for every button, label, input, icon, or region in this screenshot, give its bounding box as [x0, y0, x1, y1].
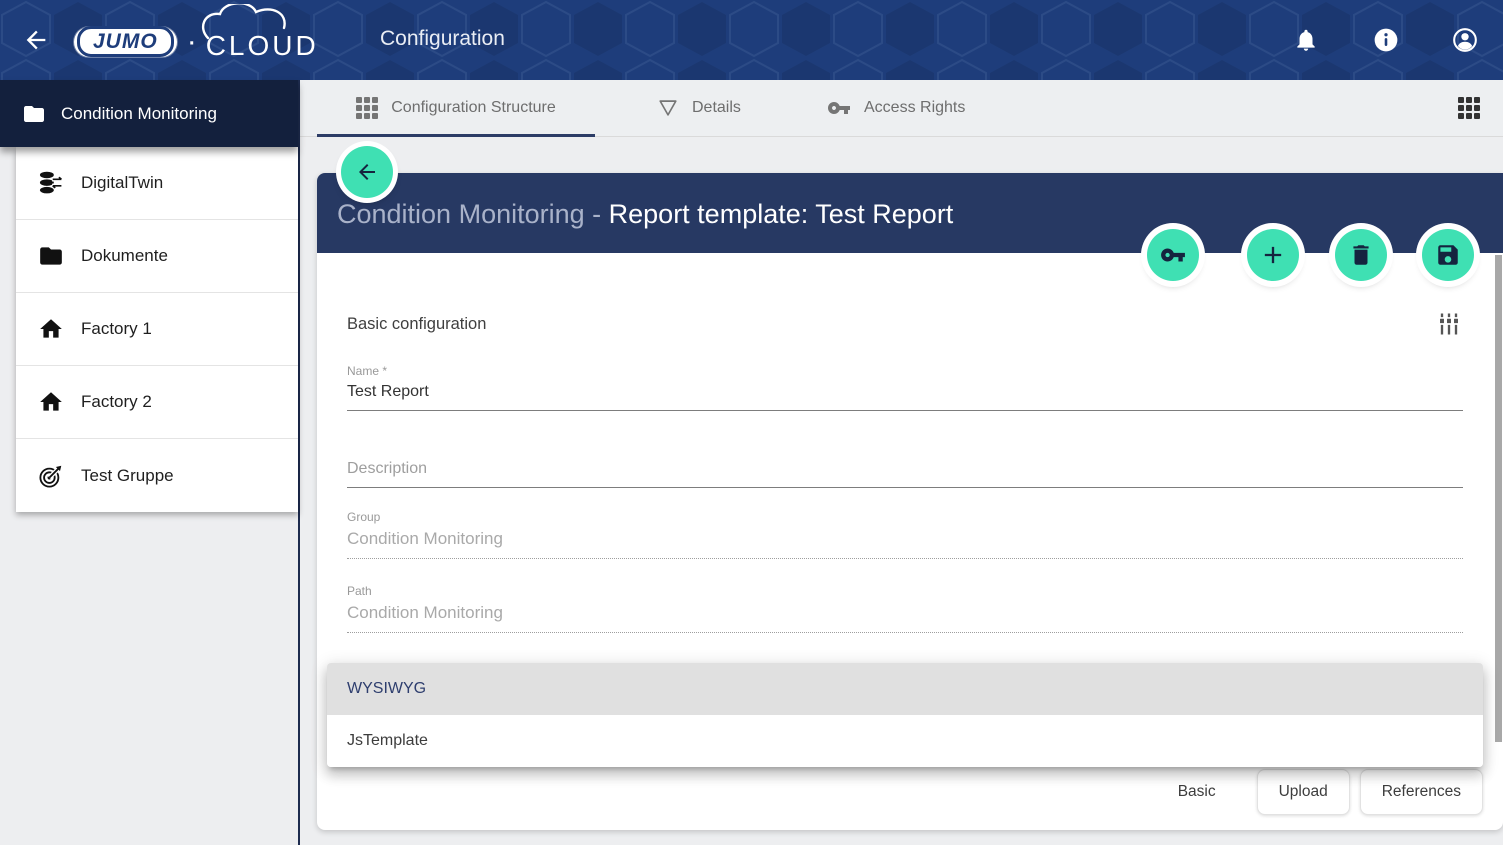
sidebar-item-label: Dokumente: [81, 246, 168, 266]
layout-grid-button[interactable]: [1458, 97, 1480, 119]
save-icon: [1435, 242, 1461, 268]
section-title: Basic configuration: [347, 315, 486, 334]
tab-label: Configuration Structure: [391, 99, 556, 117]
detail-title-band: Condition Monitoring - Report template: …: [317, 173, 1503, 253]
plus-icon: [1259, 241, 1287, 269]
dropdown-option-jstemplate[interactable]: JsTemplate: [327, 715, 1483, 767]
detail-panel: Condition Monitoring - Report template: …: [317, 173, 1503, 830]
info-icon: [1373, 27, 1399, 53]
app-bar: JUMO · CLOUD Configuration: [0, 0, 1503, 80]
name-input[interactable]: [347, 378, 1463, 411]
tab-bar: Configuration Structure Details Access R…: [300, 80, 1503, 137]
back-arrow-icon: [22, 26, 50, 54]
main-area: Configuration Structure Details Access R…: [300, 80, 1503, 845]
tab-label: Access Rights: [864, 99, 965, 117]
bottom-tab-references[interactable]: References: [1360, 769, 1483, 815]
home-icon: [38, 316, 64, 342]
notifications-button[interactable]: [1293, 27, 1319, 53]
sidebar-item-factory-1[interactable]: Factory 1: [16, 293, 298, 366]
detail-title-main: Report template: Test Report: [609, 199, 954, 229]
grid-icon: [356, 97, 378, 119]
jumo-logo-pill: JUMO: [74, 27, 177, 57]
sidebar-item-digitaltwin[interactable]: DigitalTwin: [16, 147, 298, 220]
add-fab-button[interactable]: [1247, 229, 1299, 281]
digital-twin-icon: [38, 170, 64, 196]
tune-settings-button[interactable]: [1435, 310, 1463, 338]
trash-icon: [1348, 242, 1374, 268]
key-icon: [1160, 242, 1186, 268]
tab-access-rights[interactable]: Access Rights: [827, 80, 965, 136]
folder-icon: [38, 243, 64, 269]
delete-fab-button[interactable]: [1335, 229, 1387, 281]
group-field-label: Group: [347, 510, 1463, 524]
dropdown-option-label: WYSIWYG: [347, 680, 426, 698]
tab-label: Details: [692, 99, 741, 117]
jumo-cloud-logo: JUMO · CLOUD: [74, 22, 319, 62]
cloud-logo-text: CLOUD: [206, 30, 319, 61]
target-icon: [38, 463, 64, 489]
sidebar-group-header[interactable]: Condition Monitoring: [0, 80, 298, 147]
bottom-tab-upload[interactable]: Upload: [1257, 769, 1350, 815]
sidebar: Condition Monitoring DigitalTwin: [0, 80, 300, 845]
home-icon: [38, 389, 64, 415]
tab-configuration-structure[interactable]: Configuration Structure: [317, 80, 595, 136]
sidebar-item-label: Factory 2: [81, 392, 152, 412]
sidebar-item-label: DigitalTwin: [81, 173, 163, 193]
bell-icon: [1293, 27, 1319, 53]
sidebar-items: DigitalTwin Dokumente Factory 1 Factory …: [16, 147, 298, 512]
jumo-logo-text: JUMO: [77, 26, 174, 57]
bottom-tab-basic[interactable]: Basic: [1178, 783, 1216, 801]
brand-dot: ·: [187, 27, 197, 57]
vertical-scrollbar[interactable]: [1495, 255, 1502, 742]
description-input[interactable]: [347, 455, 1463, 488]
folder-icon: [22, 102, 46, 126]
path-input: [347, 598, 1463, 633]
cloud-logo: CLOUD: [206, 30, 319, 62]
dropdown-option-label: JsTemplate: [347, 732, 428, 750]
sidebar-group-label: Condition Monitoring: [61, 104, 217, 124]
account-icon: [1452, 27, 1478, 53]
sidebar-item-label: Test Gruppe: [81, 466, 174, 486]
tune-sliders-icon: [1435, 310, 1463, 338]
sidebar-item-dokumente[interactable]: Dokumente: [16, 220, 298, 293]
account-button[interactable]: [1452, 27, 1478, 53]
group-input: [347, 524, 1463, 559]
save-fab-button[interactable]: [1422, 229, 1474, 281]
template-type-dropdown: WYSIWYG JsTemplate: [327, 663, 1483, 767]
jumo-cloud-app: JUMO · CLOUD Configuration: [0, 0, 1503, 845]
key-icon: [827, 96, 851, 120]
page-title: Configuration: [380, 27, 505, 51]
tab-details[interactable]: Details: [657, 80, 741, 136]
detail-content: Condition Monitoring - Report template: …: [300, 137, 1503, 845]
sidebar-item-label: Factory 1: [81, 319, 152, 339]
back-arrow-icon: [355, 160, 379, 184]
info-button[interactable]: [1373, 27, 1399, 53]
app-back-button[interactable]: [22, 26, 50, 54]
bottom-tab-row: Basic Upload References: [347, 769, 1483, 815]
dropdown-option-wysiwyg[interactable]: WYSIWYG: [327, 663, 1483, 715]
grid-icon: [1458, 97, 1480, 119]
sidebar-item-test-gruppe[interactable]: Test Gruppe: [16, 439, 298, 512]
detail-title-prefix: Condition Monitoring -: [337, 199, 609, 229]
name-field-label: Name *: [347, 364, 1463, 378]
basic-configuration-form: Basic configuration: [317, 310, 1503, 815]
detail-back-button[interactable]: [341, 146, 393, 198]
sidebar-item-factory-2[interactable]: Factory 2: [16, 366, 298, 439]
access-rights-fab-button[interactable]: [1147, 229, 1199, 281]
funnel-icon: [657, 97, 679, 119]
path-field-label: Path: [347, 584, 1463, 598]
